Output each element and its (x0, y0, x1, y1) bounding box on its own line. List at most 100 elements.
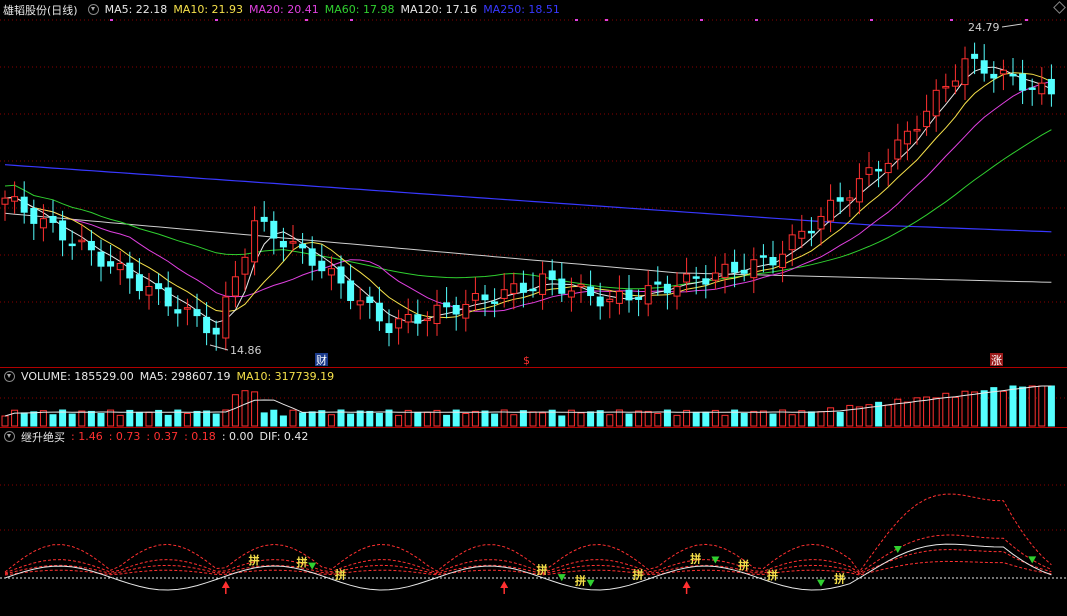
dropdown-icon[interactable] (4, 431, 15, 442)
volume-bar (356, 410, 364, 427)
candle (587, 286, 595, 297)
candle (20, 196, 28, 213)
candle (212, 327, 220, 335)
indicator-band-1 (4, 534, 1052, 574)
volume-bar (462, 412, 470, 427)
volume-bar (193, 410, 201, 427)
volume-bar (491, 413, 499, 427)
candle (279, 240, 287, 248)
volume-bar (39, 410, 47, 427)
volume-bar (750, 410, 758, 427)
candle (385, 323, 393, 334)
candle (548, 270, 556, 281)
candle (1047, 78, 1055, 95)
candle (299, 243, 307, 249)
indicator-label-3: : 0.18 (184, 430, 216, 443)
candle (721, 263, 729, 278)
volume-bar (135, 411, 143, 427)
volume-bar (299, 412, 307, 427)
volume-bar (366, 410, 374, 427)
high-price-label: 24.79 (968, 21, 1000, 34)
volume-bar (855, 406, 863, 427)
volume-bar (884, 404, 892, 427)
volume-bar (1, 415, 9, 427)
volume-bar (769, 413, 777, 427)
volume-bar (788, 414, 796, 427)
indicator-panel-header: 继升绝买 : 1.46: 0.73: 0.37: 0.18: 0.00 DIF: … (0, 428, 320, 445)
volume-bar (155, 409, 163, 427)
ma10-line (4, 72, 1052, 319)
candle (702, 278, 710, 285)
candle (827, 199, 835, 222)
volume-legend: VOLUME: 185529.00 MA5: 298607.19 MA10: 317… (21, 370, 340, 383)
volume-bar (980, 390, 988, 427)
candle (395, 318, 403, 329)
candle (107, 261, 115, 267)
candle (539, 273, 547, 295)
candle (135, 274, 143, 292)
volume-label-1: MA5: 298607.19 (139, 370, 231, 383)
marker-dot (1025, 19, 1028, 21)
volume-bar (683, 409, 691, 427)
high-arrow (1001, 23, 1023, 28)
candle (126, 262, 134, 279)
candle (865, 167, 873, 175)
volume-bar (999, 390, 1007, 427)
volume-bar (692, 411, 700, 427)
stock-chart-canvas[interactable]: 24.7914.86财 $ 涨拼 拼拼 拼拼 拼拼拼拼拼 (0, 0, 1067, 616)
volume-bar (951, 396, 959, 427)
candle (500, 289, 508, 299)
candle (116, 262, 124, 271)
candle (423, 318, 431, 322)
volume-label-2: MA10: 317739.19 (236, 370, 335, 383)
volume-bar (1019, 386, 1027, 427)
volume-bar (318, 410, 326, 427)
volume-bar (347, 413, 355, 427)
ma-label-5: MA250: 18.51 (483, 3, 560, 16)
volume-bar (260, 412, 268, 427)
volume-bar (827, 407, 835, 427)
volume-bar (903, 401, 911, 427)
volume-bar (1047, 385, 1055, 427)
candle (740, 269, 748, 274)
candle (155, 283, 163, 290)
candle (87, 240, 95, 251)
indicator-label-4: : 0.00 (221, 430, 254, 443)
dropdown-icon[interactable] (87, 4, 99, 15)
ma120-line (4, 212, 1052, 283)
marker-dot (110, 19, 113, 21)
volume-bar (68, 413, 76, 427)
candle (606, 298, 614, 303)
candle (452, 304, 460, 315)
indicator-legend: : 1.46: 0.73: 0.37: 0.18: 0.00 DIF: 0.42 (71, 430, 314, 443)
candle (923, 110, 931, 128)
candle (97, 251, 105, 267)
volume-bar (1028, 385, 1036, 427)
ma-label-0: MA5: 22.18 (104, 3, 168, 16)
candle (750, 259, 758, 279)
stock-title[interactable]: 雄韬股份(日线) (3, 2, 78, 18)
candle (855, 178, 863, 203)
volume-bar (519, 410, 527, 427)
candle (788, 234, 796, 251)
volume-bar (145, 411, 153, 427)
candle (481, 294, 489, 301)
buy-signal: 拼 (834, 571, 845, 585)
marker-dot (870, 19, 873, 21)
dropdown-icon[interactable] (4, 371, 15, 382)
volume-bar (97, 412, 105, 427)
candle (68, 243, 76, 247)
indicator-band-0 (4, 493, 1052, 573)
candle (932, 89, 940, 117)
candle (510, 283, 518, 294)
candle (913, 128, 921, 132)
candle (375, 302, 383, 322)
volume-bar (212, 413, 220, 427)
buy-signal: 拼 (575, 574, 586, 588)
volume-bar (116, 414, 124, 427)
indicator-title[interactable]: 继升绝买 (21, 429, 65, 445)
candle (193, 309, 201, 317)
candle (491, 301, 499, 304)
candle (1019, 73, 1027, 91)
volume-bar (587, 411, 595, 427)
